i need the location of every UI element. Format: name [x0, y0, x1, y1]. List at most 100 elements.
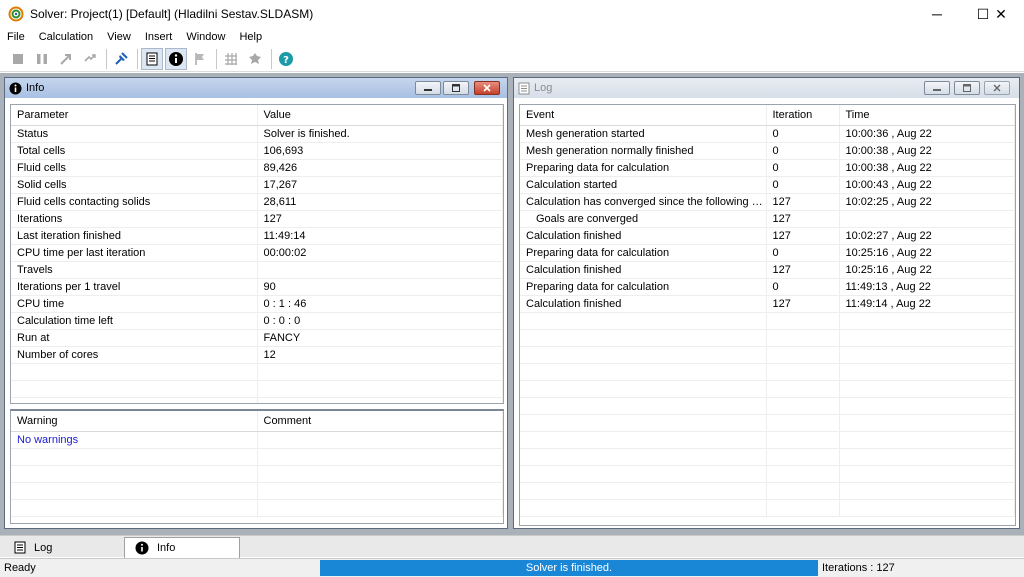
- minimize-icon: ─: [932, 6, 942, 22]
- menu-calculation[interactable]: Calculation: [32, 31, 100, 43]
- table-row[interactable]: Preparing data for calculation 0 10:25:16 …: [520, 244, 1015, 262]
- restore-icon: [452, 84, 460, 92]
- table-row[interactable]: CPU time 0 : 1 : 46: [11, 295, 503, 313]
- warning-cell: No warnings: [11, 431, 258, 449]
- table-row[interactable]: Solid cells 17,267: [11, 176, 503, 194]
- table-row[interactable]: Total cells 106,693: [11, 142, 503, 160]
- log-close-button[interactable]: [984, 81, 1010, 95]
- minimize-icon: [424, 89, 432, 91]
- minimize-button[interactable]: ─: [914, 0, 960, 28]
- refresh-button[interactable]: [79, 48, 101, 70]
- iteration-cell: 0: [766, 125, 840, 143]
- table-row[interactable]: Calculation started 0 10:00:43 , Aug 22: [520, 176, 1015, 194]
- table-row[interactable]: Calculation finished 127 10:02:27 , Aug 22: [520, 227, 1015, 245]
- info-minimize-button[interactable]: [415, 81, 441, 95]
- toolbar-separator: [137, 49, 138, 69]
- value-cell: 127: [257, 210, 503, 228]
- column-header-event[interactable]: Event: [520, 105, 767, 126]
- close-icon: [483, 84, 491, 92]
- table-row[interactable]: Mesh generation normally finished 0 10:00:…: [520, 142, 1015, 160]
- table-row[interactable]: Calculation has converged since the foll…: [520, 193, 1015, 211]
- table-row[interactable]: Status Solver is finished.: [11, 125, 503, 143]
- time-cell: 10:25:16 , Aug 22: [839, 261, 1015, 279]
- menu-window[interactable]: Window: [179, 31, 232, 43]
- empty-row: [11, 448, 503, 466]
- stop-button[interactable]: [7, 48, 29, 70]
- settings-button[interactable]: [244, 48, 266, 70]
- column-header-comment[interactable]: Comment: [257, 411, 503, 432]
- log-restore-button[interactable]: [954, 81, 980, 95]
- table-row[interactable]: No warnings: [11, 431, 503, 449]
- menu-view[interactable]: View: [100, 31, 138, 43]
- menu-file[interactable]: File: [0, 31, 32, 43]
- table-row[interactable]: Number of cores 12: [11, 346, 503, 364]
- iteration-cell: 0: [766, 278, 840, 296]
- stop-icon: [13, 54, 23, 64]
- iteration-cell: 127: [766, 261, 840, 279]
- column-header-time[interactable]: Time: [839, 105, 1015, 126]
- pause-button[interactable]: [31, 48, 53, 70]
- parameter-cell: Run at: [11, 329, 258, 347]
- info-parameter-grid: Parameter Value Status Solver is finished…: [10, 104, 504, 404]
- empty-row: [520, 499, 1015, 517]
- event-cell: Calculation finished: [520, 261, 767, 279]
- iteration-cell: 0: [766, 176, 840, 194]
- table-row[interactable]: Run at FANCY: [11, 329, 503, 347]
- table-button[interactable]: [220, 48, 242, 70]
- info-icon: [135, 541, 149, 555]
- pin-button[interactable]: [110, 48, 132, 70]
- table-row[interactable]: Fluid cells contacting solids 28,611: [11, 193, 503, 211]
- tab-info[interactable]: Info: [124, 537, 240, 558]
- tab-log[interactable]: Log: [4, 537, 120, 558]
- table-row[interactable]: Fluid cells 89,426: [11, 159, 503, 177]
- table-row[interactable]: Preparing data for calculation 0 11:49:13 …: [520, 278, 1015, 296]
- table-row[interactable]: CPU time per last iteration 00:00:02: [11, 244, 503, 262]
- column-header-parameter[interactable]: Parameter: [11, 105, 258, 126]
- table-row[interactable]: Iterations per 1 travel 90: [11, 278, 503, 296]
- tab-log-label: Log: [34, 541, 53, 554]
- column-header-iteration[interactable]: Iteration: [766, 105, 840, 126]
- time-cell: 11:49:13 , Aug 22: [839, 278, 1015, 296]
- info-button[interactable]: [165, 48, 187, 70]
- event-cell: Preparing data for calculation: [520, 244, 767, 262]
- toolbar-separator: [216, 49, 217, 69]
- info-close-button[interactable]: [474, 81, 500, 95]
- table-row[interactable]: Last iteration finished 11:49:14: [11, 227, 503, 245]
- mdi-workspace: Info Parameter Value Status Solver is fin…: [0, 73, 1024, 535]
- empty-row: [520, 465, 1015, 483]
- info-restore-button[interactable]: [443, 81, 469, 95]
- minimize-icon: [933, 89, 941, 91]
- table-row[interactable]: Preparing data for calculation 0 10:00:38 …: [520, 159, 1015, 177]
- close-button[interactable]: ✕: [978, 0, 1024, 28]
- parameter-cell: Iterations per 1 travel: [11, 278, 258, 296]
- table-row[interactable]: Travels: [11, 261, 503, 279]
- table-row[interactable]: Mesh generation started 0 10:00:36 , Aug 2…: [520, 125, 1015, 143]
- event-cell: Calculation has converged since the foll…: [520, 193, 767, 211]
- table-row[interactable]: Iterations 127: [11, 210, 503, 228]
- value-cell: 0 : 1 : 46: [257, 295, 503, 313]
- gear-icon: [249, 53, 261, 64]
- menu-help[interactable]: Help: [232, 31, 269, 43]
- column-header-value[interactable]: Value: [257, 105, 503, 126]
- resume-button[interactable]: [55, 48, 77, 70]
- table-row[interactable]: Calculation finished 127 11:49:14 , Aug 22: [520, 295, 1015, 313]
- empty-row: [520, 312, 1015, 330]
- log-button[interactable]: [141, 48, 163, 70]
- value-cell: FANCY: [257, 329, 503, 347]
- empty-row: [520, 397, 1015, 415]
- table-row[interactable]: Goals are converged 127: [520, 210, 1015, 228]
- log-minimize-button[interactable]: [924, 81, 950, 95]
- table-row[interactable]: Calculation time left 0 : 0 : 0: [11, 312, 503, 330]
- empty-row: [11, 465, 503, 483]
- column-header-warning[interactable]: Warning: [11, 411, 258, 432]
- flag-button[interactable]: [189, 48, 211, 70]
- parameter-cell: Status: [11, 125, 258, 143]
- empty-row: [520, 346, 1015, 364]
- help-button[interactable]: ?: [275, 48, 297, 70]
- table-row[interactable]: Calculation finished 127 10:25:16 , Aug 22: [520, 261, 1015, 279]
- iteration-cell: 0: [766, 142, 840, 160]
- parameter-cell: Iterations: [11, 210, 258, 228]
- log-icon: [14, 541, 26, 554]
- menu-insert[interactable]: Insert: [138, 31, 180, 43]
- value-cell: 12: [257, 346, 503, 364]
